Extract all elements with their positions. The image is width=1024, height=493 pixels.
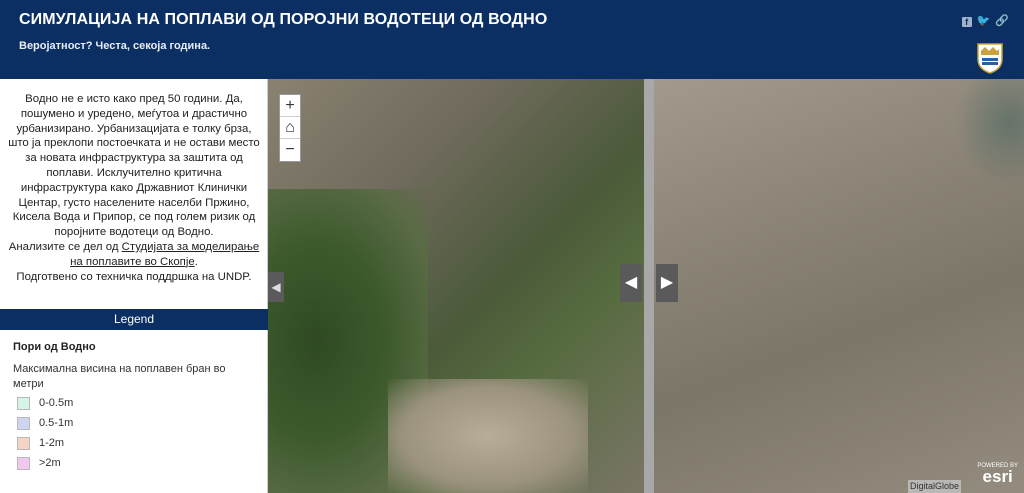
legend-label: 1-2m [39,437,65,449]
legend-item: 0-0.5m [17,396,73,410]
map-view[interactable]: + ⌂ − ◀ ◀ ▶ DigitalGlobe POWERED BY esri [268,79,1024,493]
collapse-panel-button[interactable]: ◀ [268,272,284,302]
zoom-in-button[interactable]: + [280,95,300,117]
legend-swatch [17,396,30,410]
analysis-prefix: Анализите се дел од [8,240,122,253]
side-panel: Водно не е исто како пред 50 години. Да,… [0,79,268,493]
facebook-icon[interactable]: f [961,16,972,27]
legend-item: 0.5-1m [17,416,73,430]
twitter-icon[interactable]: 🐦 [977,16,991,27]
legend-item: 1-2m [17,436,64,450]
legend-label: 0.5-1m [39,417,74,429]
map-left-pane[interactable] [268,79,644,493]
support-text: Подготвено со техничка поддршка на UNDP. [16,270,252,283]
app-header: СИМУЛАЦИЈА НА ПОПЛАВИ ОД ПОРОЈНИ ВОДОТЕЦ… [0,0,1024,79]
legend-header: Legend [0,309,268,330]
legend-swatch [17,456,30,470]
river-area [954,79,1024,189]
hillside-area [388,379,588,493]
zoom-out-button[interactable]: − [280,139,300,161]
home-button[interactable]: ⌂ [280,117,300,139]
link-icon[interactable]: 🔗 [995,16,1009,27]
legend-label: 0-0.5m [39,397,74,409]
city-crest-logo [977,43,1003,74]
esri-logo-text: esri [982,467,1013,486]
legend-panel: Пори од Водно Максимална висина на попла… [0,330,268,493]
legend-item: >2m [17,456,61,470]
share-bar: f 🐦 🔗 [961,16,1009,27]
legend-layer-title: Пори од Водно [13,341,96,353]
legend-swatch [17,416,30,430]
map-right-pane[interactable] [654,79,1024,493]
swipe-right-arrow-icon[interactable]: ▶ [656,264,678,302]
esri-logo: POWERED BY esri [977,463,1018,485]
analysis-suffix: . [194,255,198,268]
legend-field-title: Максимална висина на поплавен бран во ме… [13,363,226,390]
page-subtitle: Веројатност? Честа, секоја година. [19,40,211,52]
zoom-controls: + ⌂ − [279,94,301,162]
page-title: СИМУЛАЦИЈА НА ПОПЛАВИ ОД ПОРОЈНИ ВОДОТЕЦ… [19,11,548,28]
description-text: Водно не е исто како пред 50 години. Да,… [8,93,260,239]
swipe-left-arrow-icon[interactable]: ◀ [620,264,642,302]
legend-swatch [17,436,30,450]
swipe-divider[interactable] [644,79,654,493]
legend-label: >2m [39,457,61,469]
map-attribution: DigitalGlobe [908,480,962,493]
description: Водно не е исто како пред 50 години. Да,… [0,92,268,284]
